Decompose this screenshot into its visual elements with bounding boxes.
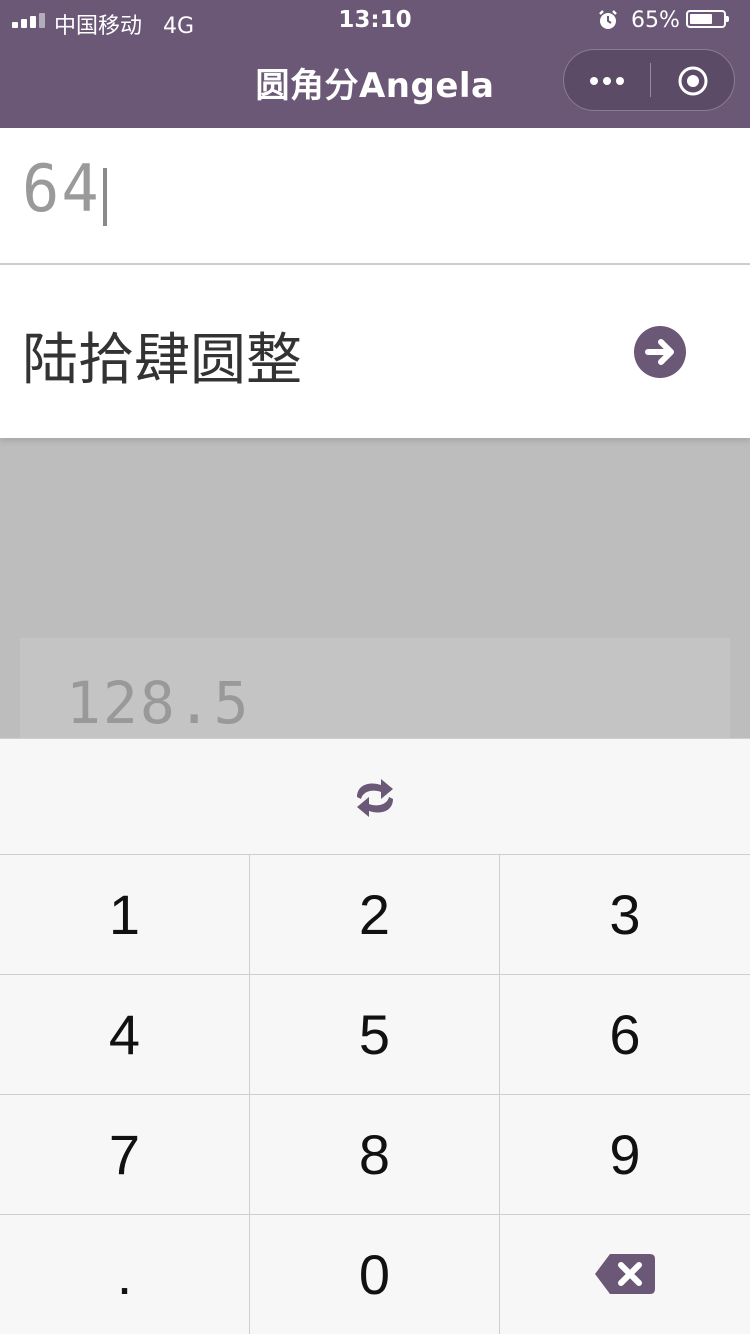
capsule-divider	[650, 63, 651, 97]
key-3[interactable]: 3	[500, 855, 750, 975]
battery-percent: 65%	[631, 8, 680, 33]
text-cursor	[103, 168, 107, 226]
key-8[interactable]: 8	[250, 1095, 500, 1215]
swap-button[interactable]	[0, 739, 750, 855]
key-6[interactable]: 6	[500, 975, 750, 1095]
backspace-icon	[595, 1254, 655, 1294]
history-value: 128.5	[66, 669, 251, 737]
key-9[interactable]: 9	[500, 1095, 750, 1215]
app-screen: 中国移动 4G 13:10 65% 圆角分Angela 64 陆拾肆圆整 128…	[0, 0, 750, 1334]
mini-program-capsule	[563, 49, 735, 111]
history-card[interactable]: 128.5	[20, 638, 730, 739]
amount-display: 64	[22, 150, 101, 227]
arrow-right-circle-icon[interactable]	[634, 326, 686, 378]
key-0[interactable]: 0	[250, 1215, 500, 1334]
amount-input-row[interactable]: 64	[0, 128, 750, 265]
swap-arrows-icon	[357, 779, 393, 817]
status-bar: 中国移动 4G 13:10 65%	[0, 0, 750, 40]
key-5[interactable]: 5	[250, 975, 500, 1095]
key-4[interactable]: 4	[0, 975, 250, 1095]
chinese-amount-words: 陆拾肆圆整	[22, 328, 302, 393]
alarm-icon	[599, 10, 617, 29]
key-7[interactable]: 7	[0, 1095, 250, 1215]
target-circle-icon[interactable]	[677, 65, 709, 97]
delete-button[interactable]	[500, 1215, 750, 1334]
key-1[interactable]: 1	[0, 855, 250, 975]
battery-icon	[686, 10, 729, 28]
key-decimal[interactable]: .	[0, 1215, 250, 1334]
key-2[interactable]: 2	[250, 855, 500, 975]
more-dots-icon[interactable]	[564, 50, 650, 110]
number-keypad: 1 2 3 4 5 6 7 8 9 . 0	[0, 738, 750, 1334]
top-bar: 中国移动 4G 13:10 65% 圆角分Angela	[0, 0, 750, 128]
result-row: 陆拾肆圆整	[0, 265, 750, 438]
